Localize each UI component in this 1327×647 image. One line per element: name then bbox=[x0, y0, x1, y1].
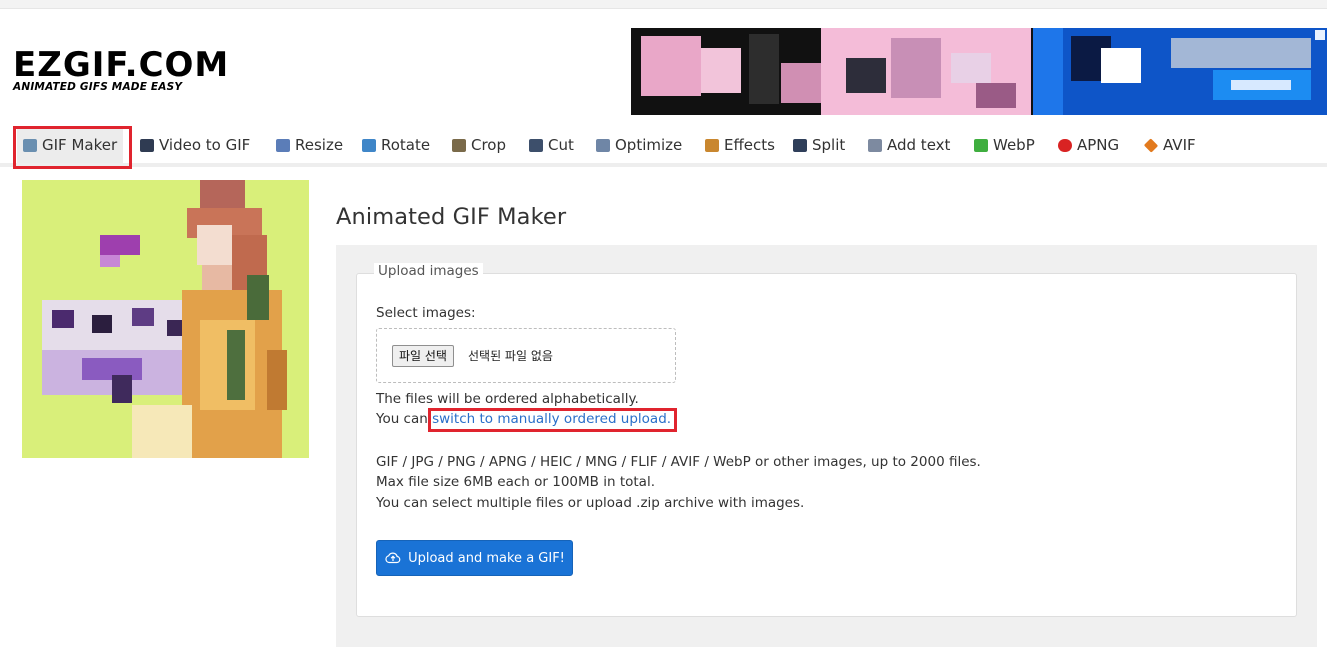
nav-optimize[interactable]: Optimize bbox=[596, 127, 682, 163]
max-file-size: Max file size 6MB each or 100MB in total… bbox=[376, 474, 655, 490]
crop-icon bbox=[452, 138, 466, 152]
nav-label: Rotate bbox=[381, 136, 431, 154]
page-title: Animated GIF Maker bbox=[336, 204, 567, 230]
nav-label: WebP bbox=[993, 136, 1035, 154]
nav-label: APNG bbox=[1077, 136, 1120, 154]
nav-apng[interactable]: APNG bbox=[1058, 127, 1119, 163]
multi-file-note: You can select multiple files or upload … bbox=[376, 495, 805, 511]
switch-link-highlight-box bbox=[428, 408, 677, 432]
optimize-icon bbox=[596, 138, 610, 152]
nav-label: Add text bbox=[887, 136, 951, 154]
nav-label: Crop bbox=[471, 136, 507, 154]
nav-label: Resize bbox=[295, 136, 344, 154]
upload-and-make-gif-button[interactable]: Upload and make a GIF! bbox=[376, 540, 573, 576]
fieldset-legend: Upload images bbox=[374, 263, 483, 279]
logo-text: EZGIF.COM bbox=[13, 45, 230, 85]
site-logo[interactable]: EZGIF.COM ANIMATED GIFS MADE EASY bbox=[13, 45, 238, 93]
choose-file-button[interactable]: 파일 선택 bbox=[392, 345, 454, 367]
cut-icon bbox=[529, 138, 543, 152]
nav-label: Split bbox=[812, 136, 846, 154]
nav-webp[interactable]: WebP bbox=[974, 127, 1035, 163]
effects-icon bbox=[705, 138, 719, 152]
nav-label: Effects bbox=[724, 136, 775, 154]
webp-icon bbox=[974, 138, 988, 152]
gif-maker-highlight-box bbox=[13, 126, 132, 169]
nav-cut[interactable]: Cut bbox=[529, 127, 574, 163]
ad-banner[interactable] bbox=[631, 28, 1327, 115]
order-note: The files will be ordered alphabetically… bbox=[376, 391, 639, 407]
nav-label: AVIF bbox=[1163, 136, 1196, 154]
file-status-text: 선택된 파일 없음 bbox=[468, 349, 553, 363]
tool-navigation: GIF Maker Video to GIF Resize Rotate Cro… bbox=[0, 127, 1327, 167]
nav-split[interactable]: Split bbox=[793, 127, 845, 163]
add-text-icon bbox=[868, 138, 882, 152]
apng-icon bbox=[1058, 138, 1072, 152]
resize-icon bbox=[276, 138, 290, 152]
nav-avif[interactable]: AVIF bbox=[1143, 127, 1196, 163]
nav-effects[interactable]: Effects bbox=[705, 127, 775, 163]
film-icon bbox=[140, 138, 154, 152]
switch-prefix: You can bbox=[376, 411, 433, 427]
rotate-icon bbox=[362, 138, 376, 152]
nav-label: Video to GIF bbox=[159, 136, 251, 154]
nav-label: Optimize bbox=[615, 136, 683, 154]
nav-label: Cut bbox=[548, 136, 574, 154]
nav-video-to-gif[interactable]: Video to GIF bbox=[140, 127, 250, 163]
cloud-upload-icon bbox=[385, 552, 401, 564]
split-icon bbox=[793, 138, 807, 152]
nav-add-text[interactable]: Add text bbox=[868, 127, 950, 163]
supported-formats: GIF / JPG / PNG / APNG / HEIC / MNG / FL… bbox=[376, 454, 981, 470]
browser-top-strip bbox=[0, 0, 1327, 9]
nav-crop[interactable]: Crop bbox=[452, 127, 506, 163]
sample-animation-image bbox=[22, 180, 309, 458]
ad-close-icon[interactable] bbox=[1315, 30, 1325, 40]
select-images-label: Select images: bbox=[376, 305, 476, 321]
avif-icon bbox=[1143, 137, 1159, 153]
nav-rotate[interactable]: Rotate bbox=[362, 127, 430, 163]
upload-button-label: Upload and make a GIF! bbox=[408, 550, 565, 566]
nav-resize[interactable]: Resize bbox=[276, 127, 343, 163]
